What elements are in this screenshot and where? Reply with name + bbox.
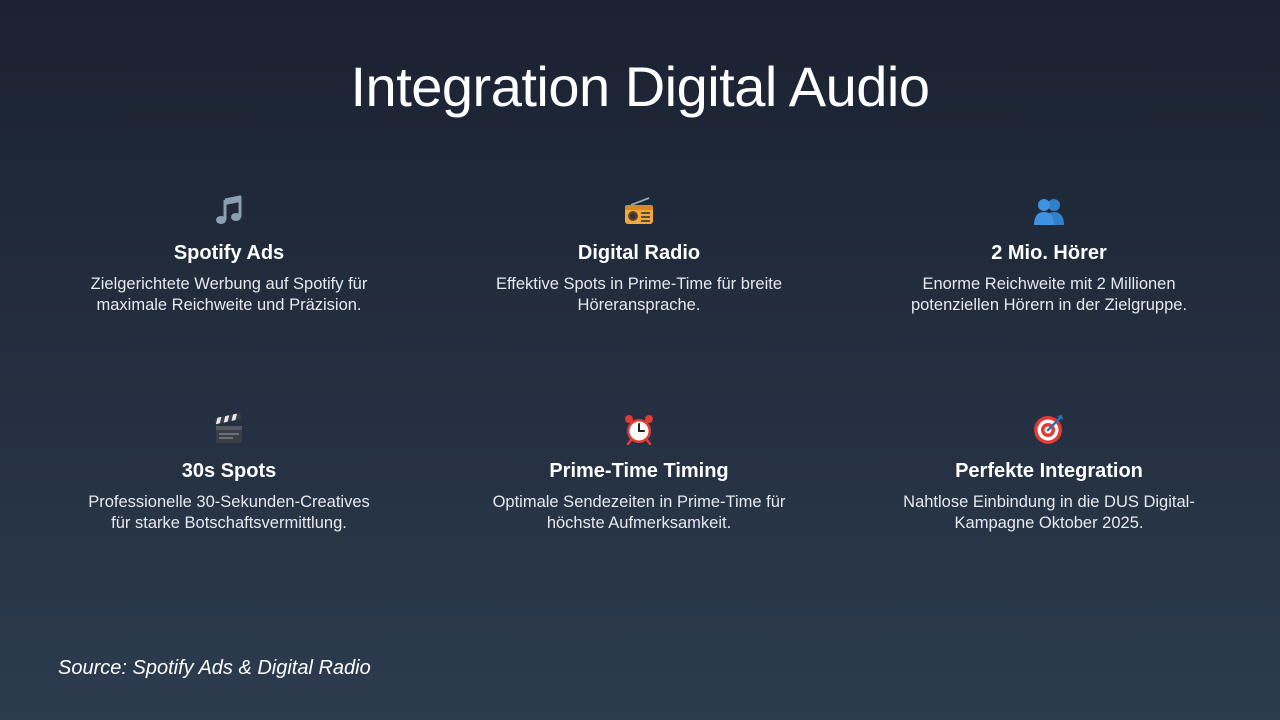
- feature-title: 30s Spots: [181, 460, 277, 482]
- music-note-icon: [209, 192, 249, 230]
- clapperboard-icon: [209, 410, 249, 448]
- feature-title: Spotify Ads: [173, 242, 285, 264]
- source-note: Source: Spotify Ads & Digital Radio: [58, 657, 371, 679]
- radio-icon: [619, 192, 659, 230]
- feature-title: 2 Mio. Hörer: [991, 242, 1107, 264]
- people-icon: [1029, 192, 1069, 230]
- feature-title: Digital Radio: [577, 242, 701, 264]
- feature-description: Enorme Reichweite mit 2 Millionen potenz…: [910, 275, 1188, 314]
- feature-description: Effektive Spots in Prime-Time für breite…: [495, 275, 783, 314]
- feature-title: Perfekte Integration: [955, 460, 1143, 482]
- feature-title: Prime-Time Timing: [549, 460, 729, 482]
- feature-description: Optimale Sendezeiten in Prime-Time für h…: [492, 493, 786, 532]
- alarm-clock-icon: [619, 410, 659, 448]
- feature-card-prime-time: Prime-Time Timing Optimale Sendezeiten i…: [434, 410, 844, 610]
- feature-card-digital-radio: Digital Radio Effektive Spots in Prime-T…: [434, 192, 844, 410]
- target-icon: [1029, 410, 1069, 448]
- feature-card-listeners: 2 Mio. Hörer Enorme Reichweite mit 2 Mil…: [844, 192, 1254, 410]
- feature-grid: Spotify Ads Zielgerichtete Werbung auf S…: [24, 192, 1256, 610]
- feature-description: Nahtlose Einbindung in die DUS Digital-K…: [903, 493, 1195, 532]
- slide: Integration Digital Audio Spotify Ads Zi…: [0, 0, 1280, 720]
- feature-card-integration: Perfekte Integration Nahtlose Einbindung…: [844, 410, 1254, 610]
- feature-card-spotify-ads: Spotify Ads Zielgerichtete Werbung auf S…: [24, 192, 434, 410]
- feature-description: Professionelle 30-Sekunden-Creatives für…: [88, 493, 370, 532]
- slide-title: Integration Digital Audio: [350, 55, 931, 118]
- feature-description: Zielgerichtete Werbung auf Spotify für m…: [90, 275, 368, 314]
- feature-card-30s-spots: 30s Spots Professionelle 30-Sekunden-Cre…: [24, 410, 434, 610]
